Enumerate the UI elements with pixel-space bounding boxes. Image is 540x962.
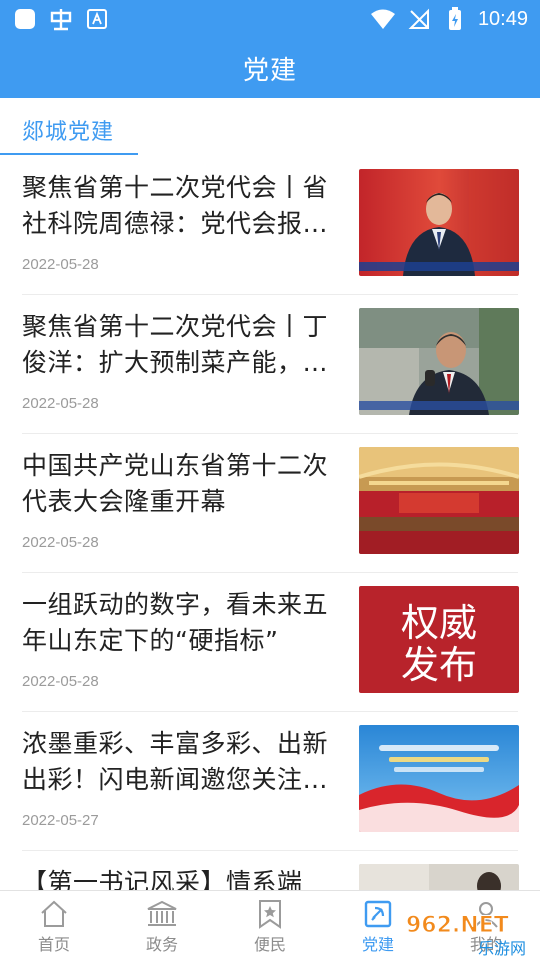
news-thumbnail[interactable] [359, 308, 519, 415]
news-title[interactable]: 浓墨重彩、丰富多彩、出新出彩！闪电新闻邀您关注… [22, 726, 340, 798]
news-title[interactable]: 聚焦省第十二次党代会丨省社科院周德禄：党代会报… [22, 170, 340, 242]
news-date: 2022-05-27 [22, 812, 99, 829]
news-item[interactable]: 【第一书记风采】情系端 [0, 851, 540, 890]
home-icon [41, 900, 67, 927]
battery-charging-icon [442, 6, 468, 32]
bookmark-star-icon [259, 900, 281, 929]
news-thumbnail[interactable] [359, 864, 519, 890]
news-thumbnail[interactable]: 权威 发布 [359, 586, 519, 693]
tab-services[interactable]: 便民 [216, 891, 324, 961]
section-header: 郯城党建 [0, 98, 540, 156]
status-bar: 10:49 [0, 0, 540, 38]
government-building-icon [147, 900, 177, 926]
notification-square-icon [12, 6, 38, 32]
app-header: 党建 [0, 38, 540, 98]
watermark-main: 962.NET [406, 913, 509, 938]
tab-home[interactable]: 首页 [0, 891, 108, 961]
section-underline [0, 153, 138, 155]
no-signal-icon [406, 6, 432, 32]
tab-government[interactable]: 政务 [108, 891, 216, 961]
news-thumbnail[interactable] [359, 169, 519, 276]
section-tab-tancheng[interactable]: 郯城党建 [22, 114, 114, 146]
news-thumbnail[interactable] [359, 725, 519, 832]
news-item[interactable]: 聚焦省第十二次党代会丨省社科院周德禄：党代会报… 2022-05-28 [0, 156, 540, 295]
news-title[interactable]: 【第一书记风采】情系端 [22, 865, 340, 890]
status-time: 10:49 [477, 7, 528, 30]
news-item[interactable]: 聚焦省第十二次党代会丨丁俊洋：扩大预制菜产能，… 2022-05-28 [0, 295, 540, 434]
status-left-icons [12, 6, 110, 32]
party-emblem-icon [364, 900, 392, 928]
app-notification-icon [48, 6, 74, 32]
page-title: 党建 [242, 55, 297, 86]
watermark-sub: 乐游网 [478, 939, 526, 958]
tab-label: 首页 [37, 935, 70, 954]
news-title[interactable]: 聚焦省第十二次党代会丨丁俊洋：扩大预制菜产能，… [22, 309, 340, 381]
news-item[interactable]: 浓墨重彩、丰富多彩、出新出彩！闪电新闻邀您关注… 2022-05-27 [0, 712, 540, 851]
tab-label: 便民 [253, 935, 286, 954]
font-a-icon [84, 6, 110, 32]
news-date: 2022-05-28 [22, 395, 99, 412]
news-item[interactable]: 一组跃动的数字，看未来五年山东定下的“硬指标” 2022-05-28 权威 发布 [0, 573, 540, 712]
news-date: 2022-05-28 [22, 534, 99, 551]
news-date: 2022-05-28 [22, 256, 99, 273]
watermark-logo: 962.NET 乐游网 [402, 908, 534, 959]
news-item[interactable]: 中国共产党山东省第十二次代表大会隆重开幕 2022-05-28 [0, 434, 540, 573]
thumb-text-line1: 权威 [401, 601, 477, 645]
status-right-icons: 10:49 [370, 6, 528, 32]
wifi-icon [370, 6, 396, 32]
tab-label: 政务 [145, 935, 178, 954]
news-title[interactable]: 中国共产党山东省第十二次代表大会隆重开幕 [22, 448, 340, 520]
news-date: 2022-05-28 [22, 673, 99, 690]
thumb-text-line2: 发布 [401, 643, 477, 687]
news-thumbnail[interactable] [359, 447, 519, 554]
tab-label: 党建 [361, 935, 394, 954]
news-title[interactable]: 一组跃动的数字，看未来五年山东定下的“硬指标” [22, 587, 340, 659]
news-list[interactable]: 聚焦省第十二次党代会丨省社科院周德禄：党代会报… 2022-05-28 聚焦省第… [0, 156, 540, 890]
